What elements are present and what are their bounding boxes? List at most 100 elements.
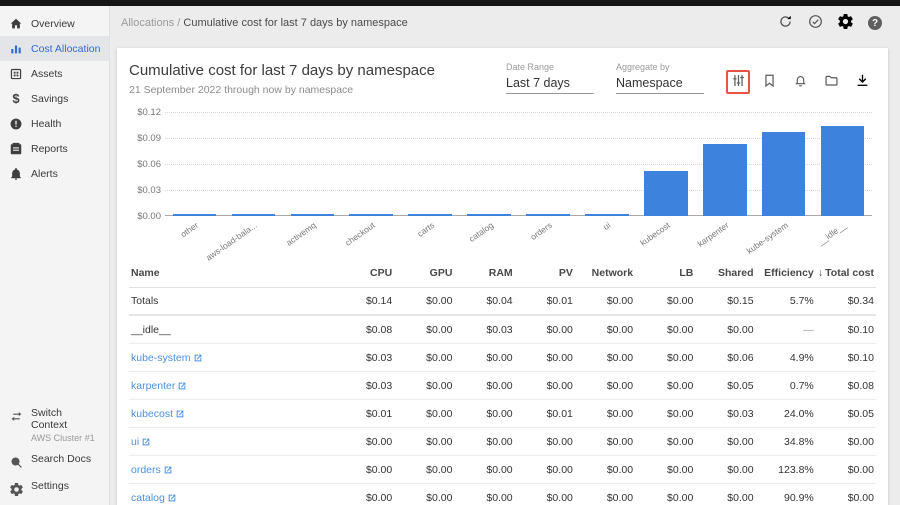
sidebar-item-label: Assets: [31, 68, 63, 80]
cell: $0.15: [695, 295, 755, 307]
bar-karpenter[interactable]: [703, 144, 747, 216]
cell: 34.8%: [756, 436, 816, 448]
download-icon: [855, 73, 870, 91]
sidebar-item-cost-allocation[interactable]: Cost Allocation: [0, 36, 109, 61]
cell: $0.00: [394, 295, 454, 307]
bar-chart-icon: [8, 41, 24, 57]
bar-slot: [695, 112, 754, 216]
cell: $0.00: [454, 380, 514, 392]
cell: $0.10: [816, 324, 876, 336]
tune-icon: [731, 73, 746, 91]
sidebar-footer: Switch ContextAWS Cluster #1Search Docs S…: [0, 402, 109, 505]
cell: $0.04: [454, 295, 514, 307]
namespace-link-kubecost[interactable]: kubecost: [131, 408, 184, 420]
help-button[interactable]: ?: [866, 14, 884, 32]
health-icon: [8, 116, 24, 132]
bar-slot: [636, 112, 695, 216]
bar-slot: [754, 112, 813, 216]
cell: $0.00: [454, 492, 514, 504]
column-header-cpu[interactable]: CPU: [334, 267, 394, 279]
table-header-row: NameCPUGPURAMPVNetworkLBSharedEfficiency…: [129, 258, 876, 288]
sidebar-item-overview[interactable]: Overview: [0, 11, 109, 36]
sidebar-item-switch-context[interactable]: Switch ContextAWS Cluster #1: [0, 402, 109, 448]
kubecost-app: Overview Cost Allocation Assets $SavingsHea…: [0, 0, 900, 505]
sidebar-item-savings[interactable]: $Savings: [0, 86, 109, 111]
table-row-catalog: catalog$0.00$0.00$0.00$0.00$0.00$0.00$0.…: [129, 484, 876, 505]
footer-item-text: Settings: [31, 480, 69, 492]
sidebar-item-label: Cost Allocation: [31, 43, 100, 55]
external-link-icon: [176, 410, 184, 418]
external-link-icon: [142, 438, 150, 446]
row-name: karpenter: [129, 380, 334, 392]
external-link-icon: [168, 494, 176, 502]
report-toolbar: [726, 70, 874, 94]
date-range-select[interactable]: Date Range Last 7 days: [506, 62, 594, 94]
cell: 24.0%: [756, 408, 816, 420]
column-header-gpu[interactable]: GPU: [394, 267, 454, 279]
download-button[interactable]: [850, 70, 874, 94]
gear-icon: [838, 14, 853, 32]
sidebar-item-reports[interactable]: Reports: [0, 136, 109, 161]
bar-slot: [577, 112, 636, 216]
bell-button[interactable]: [788, 70, 812, 94]
chart-x-axis-labels: otheraws-load-bala...activemqcheckoutcar…: [165, 216, 872, 252]
cell: $0.08: [816, 380, 876, 392]
external-link-icon: [164, 466, 172, 474]
home-icon: [8, 16, 24, 32]
sidebar-nav: Overview Cost Allocation Assets $SavingsHea…: [0, 6, 109, 186]
aggregate-by-select[interactable]: Aggregate by Namespace: [616, 62, 704, 94]
check-circle-icon: [808, 14, 823, 32]
cell: $0.00: [515, 436, 575, 448]
x-label-slot: carts: [401, 216, 460, 252]
date-range-value: Last 7 days: [506, 72, 594, 94]
sidebar-item-alerts[interactable]: Alerts: [0, 161, 109, 186]
bar-__idle__[interactable]: [821, 126, 865, 216]
cell: $0.03: [334, 352, 394, 364]
namespace-link-ui[interactable]: ui: [131, 436, 150, 448]
namespace-link-karpenter[interactable]: karpenter: [131, 380, 186, 392]
chart-plot-area: [165, 112, 872, 216]
namespace-link-orders[interactable]: orders: [131, 464, 172, 476]
cell: $0.05: [816, 408, 876, 420]
cell: $0.00: [575, 352, 635, 364]
sidebar-item-search-docs[interactable]: Search Docs: [0, 448, 109, 475]
cell: $0.00: [575, 464, 635, 476]
y-axis-tick: $0.09: [137, 133, 161, 144]
column-header-lb[interactable]: LB: [635, 267, 695, 279]
top-strip: [0, 0, 900, 6]
cell: $0.00: [575, 380, 635, 392]
row-name: ui: [129, 436, 334, 448]
sidebar-item-settings[interactable]: Settings: [0, 475, 109, 502]
refresh-button[interactable]: [776, 14, 794, 32]
column-header-network[interactable]: Network: [575, 267, 635, 279]
column-header-name[interactable]: Name: [129, 267, 334, 279]
cell: $0.14: [334, 295, 394, 307]
cell: $0.00: [575, 436, 635, 448]
bar-kubecost[interactable]: [644, 171, 688, 216]
column-header-total-cost[interactable]: ↓Total cost: [816, 267, 876, 279]
sidebar-item-assets[interactable]: Assets: [0, 61, 109, 86]
bar-kube-system[interactable]: [762, 132, 806, 216]
breadcrumb-current: Cumulative cost for last 7 days by names…: [183, 17, 407, 29]
breadcrumb-parent[interactable]: Allocations: [121, 17, 174, 29]
cell: $0.10: [816, 352, 876, 364]
column-header-ram[interactable]: RAM: [454, 267, 514, 279]
cell: $0.00: [575, 408, 635, 420]
tune-button[interactable]: [726, 70, 750, 94]
cell: $0.00: [635, 295, 695, 307]
folder-button[interactable]: [819, 70, 843, 94]
check-circle-button[interactable]: [806, 14, 824, 32]
column-header-pv[interactable]: PV: [515, 267, 575, 279]
cell: $0.00: [394, 492, 454, 504]
namespace-link-kube-system[interactable]: kube-system: [131, 352, 202, 364]
cell: $0.03: [454, 324, 514, 336]
cell: $0.00: [816, 436, 876, 448]
sidebar-item-health[interactable]: Health: [0, 111, 109, 136]
aggregate-by-label: Aggregate by: [616, 62, 704, 72]
gear-button[interactable]: [836, 14, 854, 32]
bookmark-button[interactable]: [757, 70, 781, 94]
column-header-efficiency[interactable]: Efficiency: [756, 267, 816, 279]
namespace-link-catalog[interactable]: catalog: [131, 492, 176, 504]
column-header-shared[interactable]: Shared: [695, 267, 755, 279]
cell: $0.00: [575, 492, 635, 504]
